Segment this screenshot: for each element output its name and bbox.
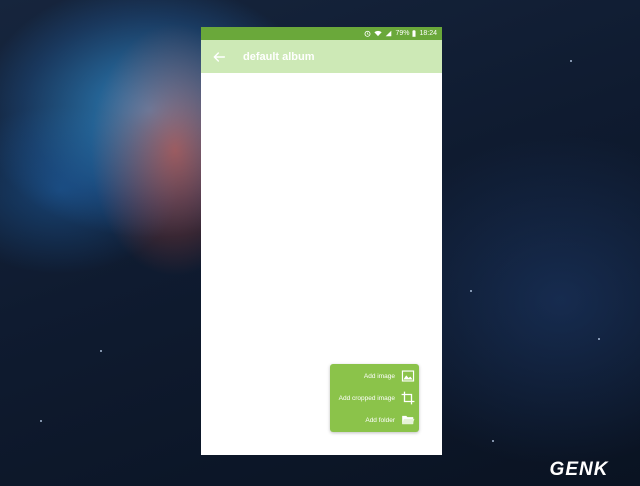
add-folder-label: Add folder [365,416,395,424]
battery-percent: 79% [395,30,410,37]
add-image-label: Add image [363,372,395,380]
page-title: default album [243,50,315,63]
add-folder-button[interactable]: Add folder [365,411,415,429]
arrow-left-icon[interactable] [211,49,227,65]
add-cropped-image-label: Add cropped image [338,394,395,402]
app-bar: default album [201,40,442,73]
signal-icon [386,30,392,37]
crop-icon [401,391,415,405]
star [470,290,472,292]
add-menu: Add image Add cropped image Add folder [330,364,419,432]
star [100,350,102,352]
phone-screen: 79% 18:24 default album Add image Add cr… [201,27,442,455]
status-bar: 79% 18:24 [201,27,442,40]
folder-icon [402,415,415,425]
image-icon [401,370,415,382]
svg-text:GENK: GENK [550,459,609,480]
star [598,338,600,340]
genk-logo: GENK [550,459,609,480]
star [40,420,42,422]
add-cropped-image-button[interactable]: Add cropped image [339,389,415,407]
star [570,60,572,62]
status-time: 18:24 [419,30,437,37]
star [492,440,494,442]
wifi-icon [374,30,383,37]
battery-icon [412,30,417,37]
alarm-icon [365,30,371,37]
add-image-button[interactable]: Add image [364,367,415,385]
